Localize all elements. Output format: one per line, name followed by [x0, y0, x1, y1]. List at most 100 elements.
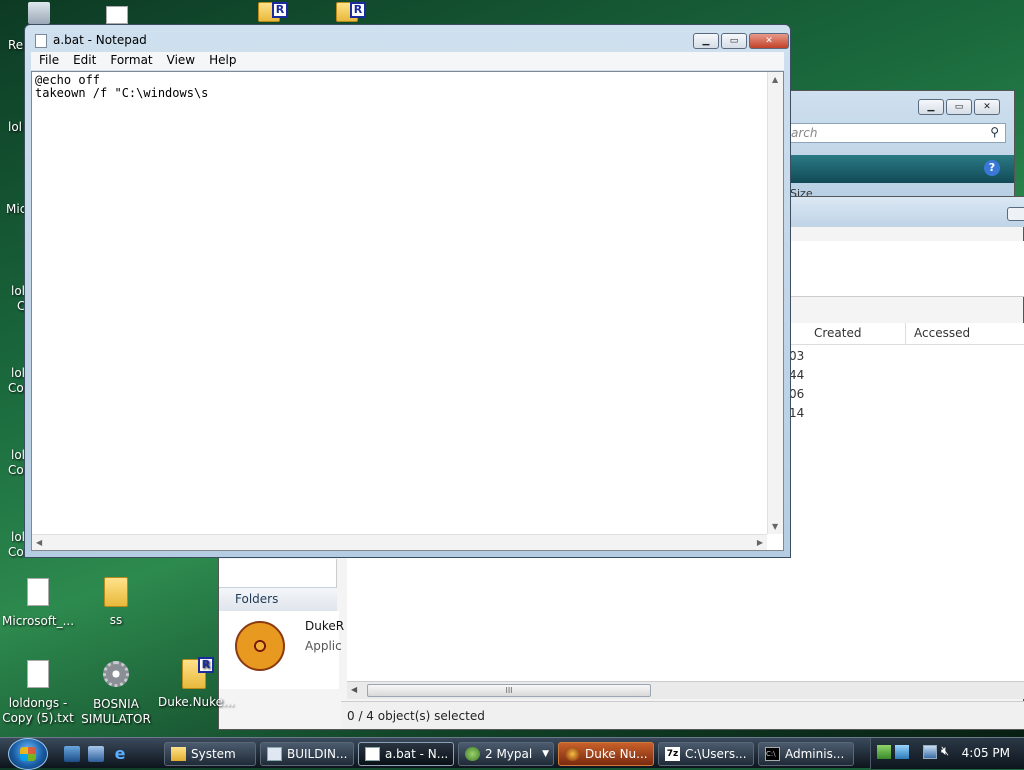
list-item[interactable]: 44: [789, 368, 804, 382]
minimize-button[interactable]: ▁: [918, 99, 944, 115]
gear-icon: [103, 661, 129, 687]
list-item[interactable]: 03: [789, 349, 804, 363]
network-icon[interactable]: [877, 745, 891, 759]
desktop-icon-bosnia[interactable]: BOSNIA SIMULATOR: [80, 658, 152, 727]
document-icon: [27, 578, 49, 606]
scroll-right-arrow[interactable]: ▶: [757, 538, 763, 547]
desktop-label[interactable]: Co: [8, 381, 24, 396]
desktop-label[interactable]: Re: [8, 38, 23, 53]
notepad-window[interactable]: a.bat - Notepad ▁ ▭ ✕ File Edit Format V…: [24, 24, 791, 558]
folder-icon: [171, 747, 186, 761]
details-name: DukeR: [305, 619, 345, 633]
document-icon[interactable]: [106, 6, 128, 24]
nuke-icon: [235, 621, 285, 671]
text-editor[interactable]: @echo off takeown /f "C:\windows\s ▲ ▼ ◀…: [31, 71, 784, 551]
scroll-down-arrow[interactable]: ▼: [772, 522, 778, 531]
details-type: Applic: [305, 639, 342, 653]
menu-bar: File Edit Format View Help: [31, 52, 784, 70]
rar-folder-icon[interactable]: R: [258, 2, 288, 24]
desktop-icon-ss[interactable]: ss: [80, 576, 152, 628]
system-tray: 🔇︎ 4:05 PM: [870, 738, 1024, 769]
rar-folder-icon[interactable]: R: [336, 2, 366, 24]
status-text: 0 / 4 object(s) selected: [347, 709, 485, 723]
desktop-icon-label: loldongs - Copy (5).txt: [2, 696, 74, 725]
desktop-icon-duke1[interactable]: R Duke.Nuke...: [158, 657, 235, 710]
menu-edit[interactable]: Edit: [65, 52, 102, 70]
taskbar-button-label: C:\Users...: [685, 747, 747, 761]
nuke-icon: [565, 747, 580, 761]
scroll-up-arrow[interactable]: ▲: [772, 75, 778, 84]
start-button[interactable]: [8, 738, 48, 770]
desktop-icon-label: Microsoft_...: [2, 614, 75, 628]
notepad-icon: [365, 747, 380, 761]
minimize-button[interactable]: ▁: [693, 33, 719, 49]
windows-logo-icon: [20, 747, 36, 761]
menu-help[interactable]: Help: [201, 52, 242, 70]
desktop-label[interactable]: lol: [11, 448, 25, 463]
list-item[interactable]: 06: [789, 387, 804, 401]
taskbar-button-building[interactable]: BUILDIN...: [260, 742, 354, 766]
taskbar-button-mypal[interactable]: 2 Mypal ▼: [458, 742, 554, 766]
desktop-label[interactable]: lol: [11, 530, 25, 545]
monitor-icon[interactable]: [923, 745, 937, 759]
desktop-label[interactable]: Co: [8, 463, 24, 478]
desktop-icon-label: BOSNIA SIMULATOR: [81, 697, 151, 726]
clock[interactable]: 4:05 PM: [962, 746, 1010, 760]
desktop-icon-microsoft[interactable]: Microsoft_...: [2, 576, 74, 629]
details-pane: DukeR Applic: [219, 611, 344, 689]
cmd-icon: C:\: [765, 747, 780, 761]
recycle-bin-icon[interactable]: [28, 2, 50, 24]
editor-content[interactable]: @echo off takeown /f "C:\windows\s: [35, 74, 208, 100]
maximize-button[interactable]: [1007, 207, 1024, 221]
menu-file[interactable]: File: [31, 52, 65, 70]
toolbar: ?: [786, 155, 1014, 183]
scroll-left-arrow[interactable]: ◀: [36, 538, 42, 547]
menu-format[interactable]: Format: [102, 52, 158, 70]
scroll-thumb[interactable]: III: [367, 684, 651, 697]
taskbar-button-notepad[interactable]: a.bat - N...: [358, 742, 454, 766]
horizontal-scrollbar[interactable]: ◀ ▶: [32, 534, 767, 550]
taskbar-button-label: Duke Nu...: [585, 747, 648, 761]
horizontal-scrollbar[interactable]: ◀ III: [347, 681, 1024, 699]
notepad-icon: [35, 34, 47, 48]
show-desktop-icon[interactable]: [64, 746, 80, 762]
search-icon[interactable]: ⚲: [990, 125, 999, 139]
scroll-left-arrow[interactable]: ◀: [351, 685, 357, 694]
taskbar-button-label: BUILDIN...: [287, 747, 348, 761]
folders-label: Folders: [235, 592, 279, 606]
maximize-button[interactable]: ▭: [946, 99, 972, 115]
search-input[interactable]: arch ⚲: [786, 123, 1006, 143]
folder-icon: [104, 577, 128, 607]
desktop-label[interactable]: Co: [8, 545, 24, 560]
taskbar-button-system[interactable]: System: [164, 742, 256, 766]
close-button[interactable]: ✕: [974, 99, 1000, 115]
desktop-label[interactable]: lol: [11, 284, 25, 299]
taskbar-button-7zip[interactable]: 7z C:\Users...: [658, 742, 754, 766]
desktop-label[interactable]: lol: [8, 120, 22, 135]
tray-app-icon[interactable]: [895, 745, 909, 759]
desktop-label[interactable]: lol: [11, 366, 25, 381]
desktop-icon-loldongs[interactable]: loldongs - Copy (5).txt: [2, 658, 74, 726]
column-header-created[interactable]: Created: [814, 326, 862, 340]
desktop-icon-label: ss: [109, 613, 123, 627]
help-icon[interactable]: ?: [984, 160, 1000, 176]
maximize-button[interactable]: ▭: [721, 33, 747, 49]
taskbar: e System BUILDIN... a.bat - N... 2 Mypal…: [0, 737, 1024, 770]
volume-muted-icon[interactable]: 🔇︎: [941, 744, 949, 759]
internet-explorer-icon[interactable]: e: [112, 746, 128, 762]
column-header-accessed[interactable]: Accessed: [914, 326, 970, 340]
taskbar-button-duke[interactable]: Duke Nu...: [558, 742, 654, 766]
taskbar-button-cmd[interactable]: C:\ Adminis...: [758, 742, 854, 766]
taskbar-button-label: System: [191, 747, 236, 761]
folders-header[interactable]: Folders: [219, 587, 337, 611]
chevron-down-icon[interactable]: ▼: [542, 743, 549, 765]
search-placeholder: arch: [791, 126, 818, 140]
close-button[interactable]: ✕: [749, 33, 789, 49]
vertical-scrollbar[interactable]: ▲ ▼: [767, 72, 783, 534]
list-item[interactable]: 14: [789, 406, 804, 420]
7zip-icon: 7z: [665, 747, 680, 761]
switch-windows-icon[interactable]: [88, 746, 104, 762]
mypal-icon: [465, 747, 480, 761]
explorer-window-back[interactable]: ▁ ▭ ✕ arch ⚲ ? Size: [785, 90, 1015, 200]
menu-view[interactable]: View: [159, 52, 201, 70]
